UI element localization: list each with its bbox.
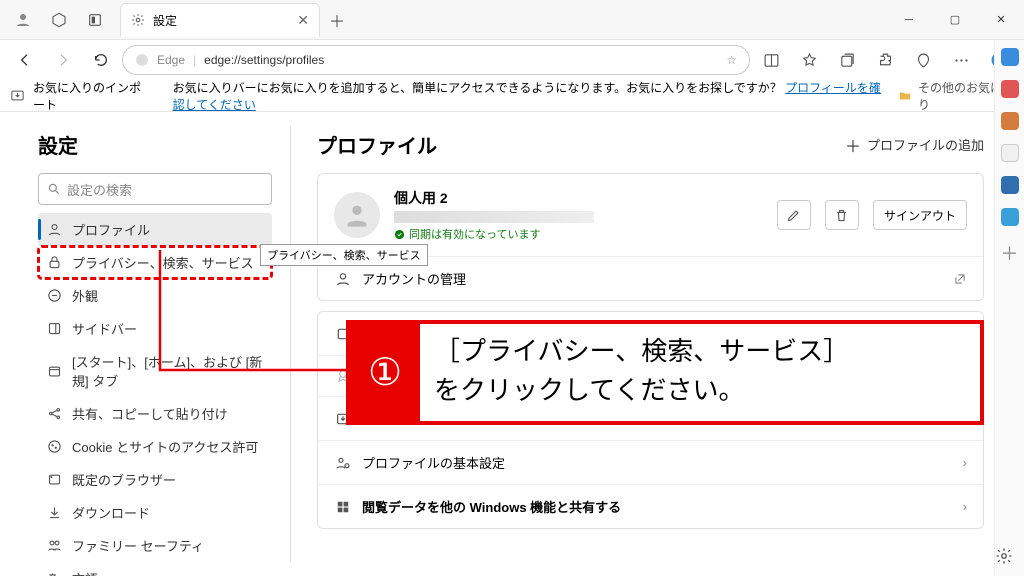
annotation-number: ① bbox=[350, 324, 420, 421]
annotation-leader-line bbox=[0, 0, 1024, 576]
annotation-callout: ① ［プライバシー、検索、サービス］をクリックしてください。 bbox=[346, 320, 984, 425]
annotation-text: ［プライバシー、検索、サービス］をクリックしてください。 bbox=[420, 324, 980, 421]
